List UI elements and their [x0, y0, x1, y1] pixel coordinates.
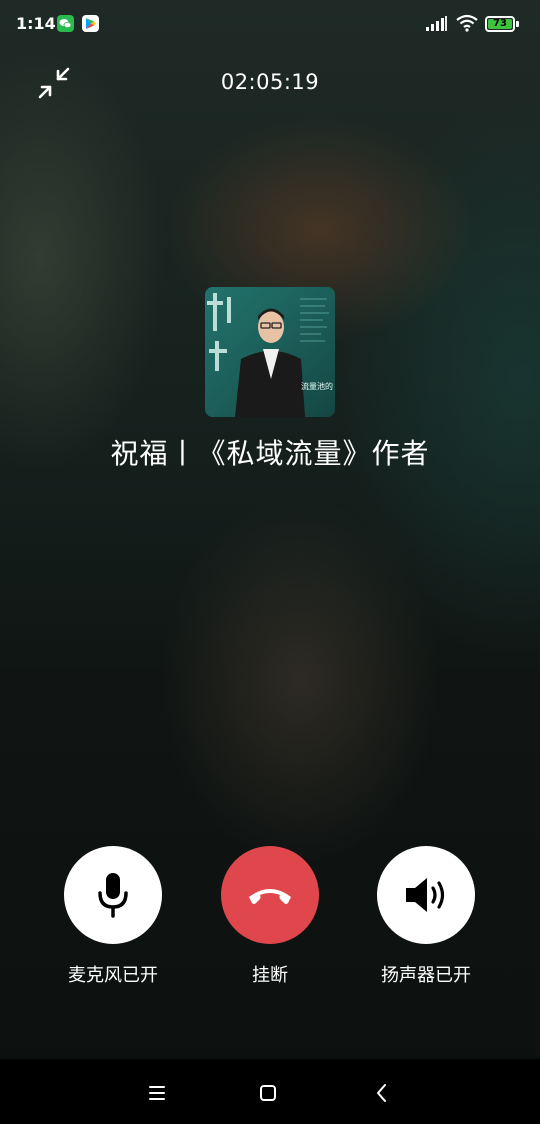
microphone-label: 麦克风已开	[68, 965, 158, 986]
phone-hangup-icon	[249, 889, 291, 904]
hangup-control: 挂断	[205, 846, 335, 987]
microphone-control: 麦克风已开	[48, 846, 178, 987]
microphone-icon	[98, 873, 128, 918]
google-play-icon	[82, 15, 99, 32]
wifi-icon	[456, 14, 478, 32]
navigation-bar	[0, 1059, 540, 1124]
hangup-button[interactable]	[221, 846, 319, 944]
menu-icon[interactable]	[143, 1079, 171, 1107]
back-icon[interactable]	[368, 1079, 396, 1107]
home-icon[interactable]	[254, 1079, 282, 1107]
battery-cap	[516, 21, 519, 27]
speaker-label: 扬声器已开	[381, 965, 471, 986]
speaker-control: 扬声器已开	[361, 846, 491, 987]
status-time: 1:14	[16, 14, 56, 33]
battery-level: 73	[488, 19, 512, 29]
speaker-icon	[406, 878, 445, 912]
signal-icon	[426, 16, 448, 32]
battery-icon: 73	[485, 16, 515, 32]
svg-text:流量池的: 流量池的	[301, 381, 333, 391]
avatar: 流量池的	[205, 287, 335, 417]
contact-name: 祝福丨《私域流量》作者	[110, 437, 430, 470]
speaker-button[interactable]	[377, 846, 475, 944]
hangup-label: 挂断	[252, 965, 288, 986]
status-bar: 1:14 73	[0, 0, 540, 50]
call-timer: 02:05:19	[220, 70, 320, 94]
microphone-button[interactable]	[64, 846, 162, 944]
wechat-icon	[57, 15, 74, 32]
